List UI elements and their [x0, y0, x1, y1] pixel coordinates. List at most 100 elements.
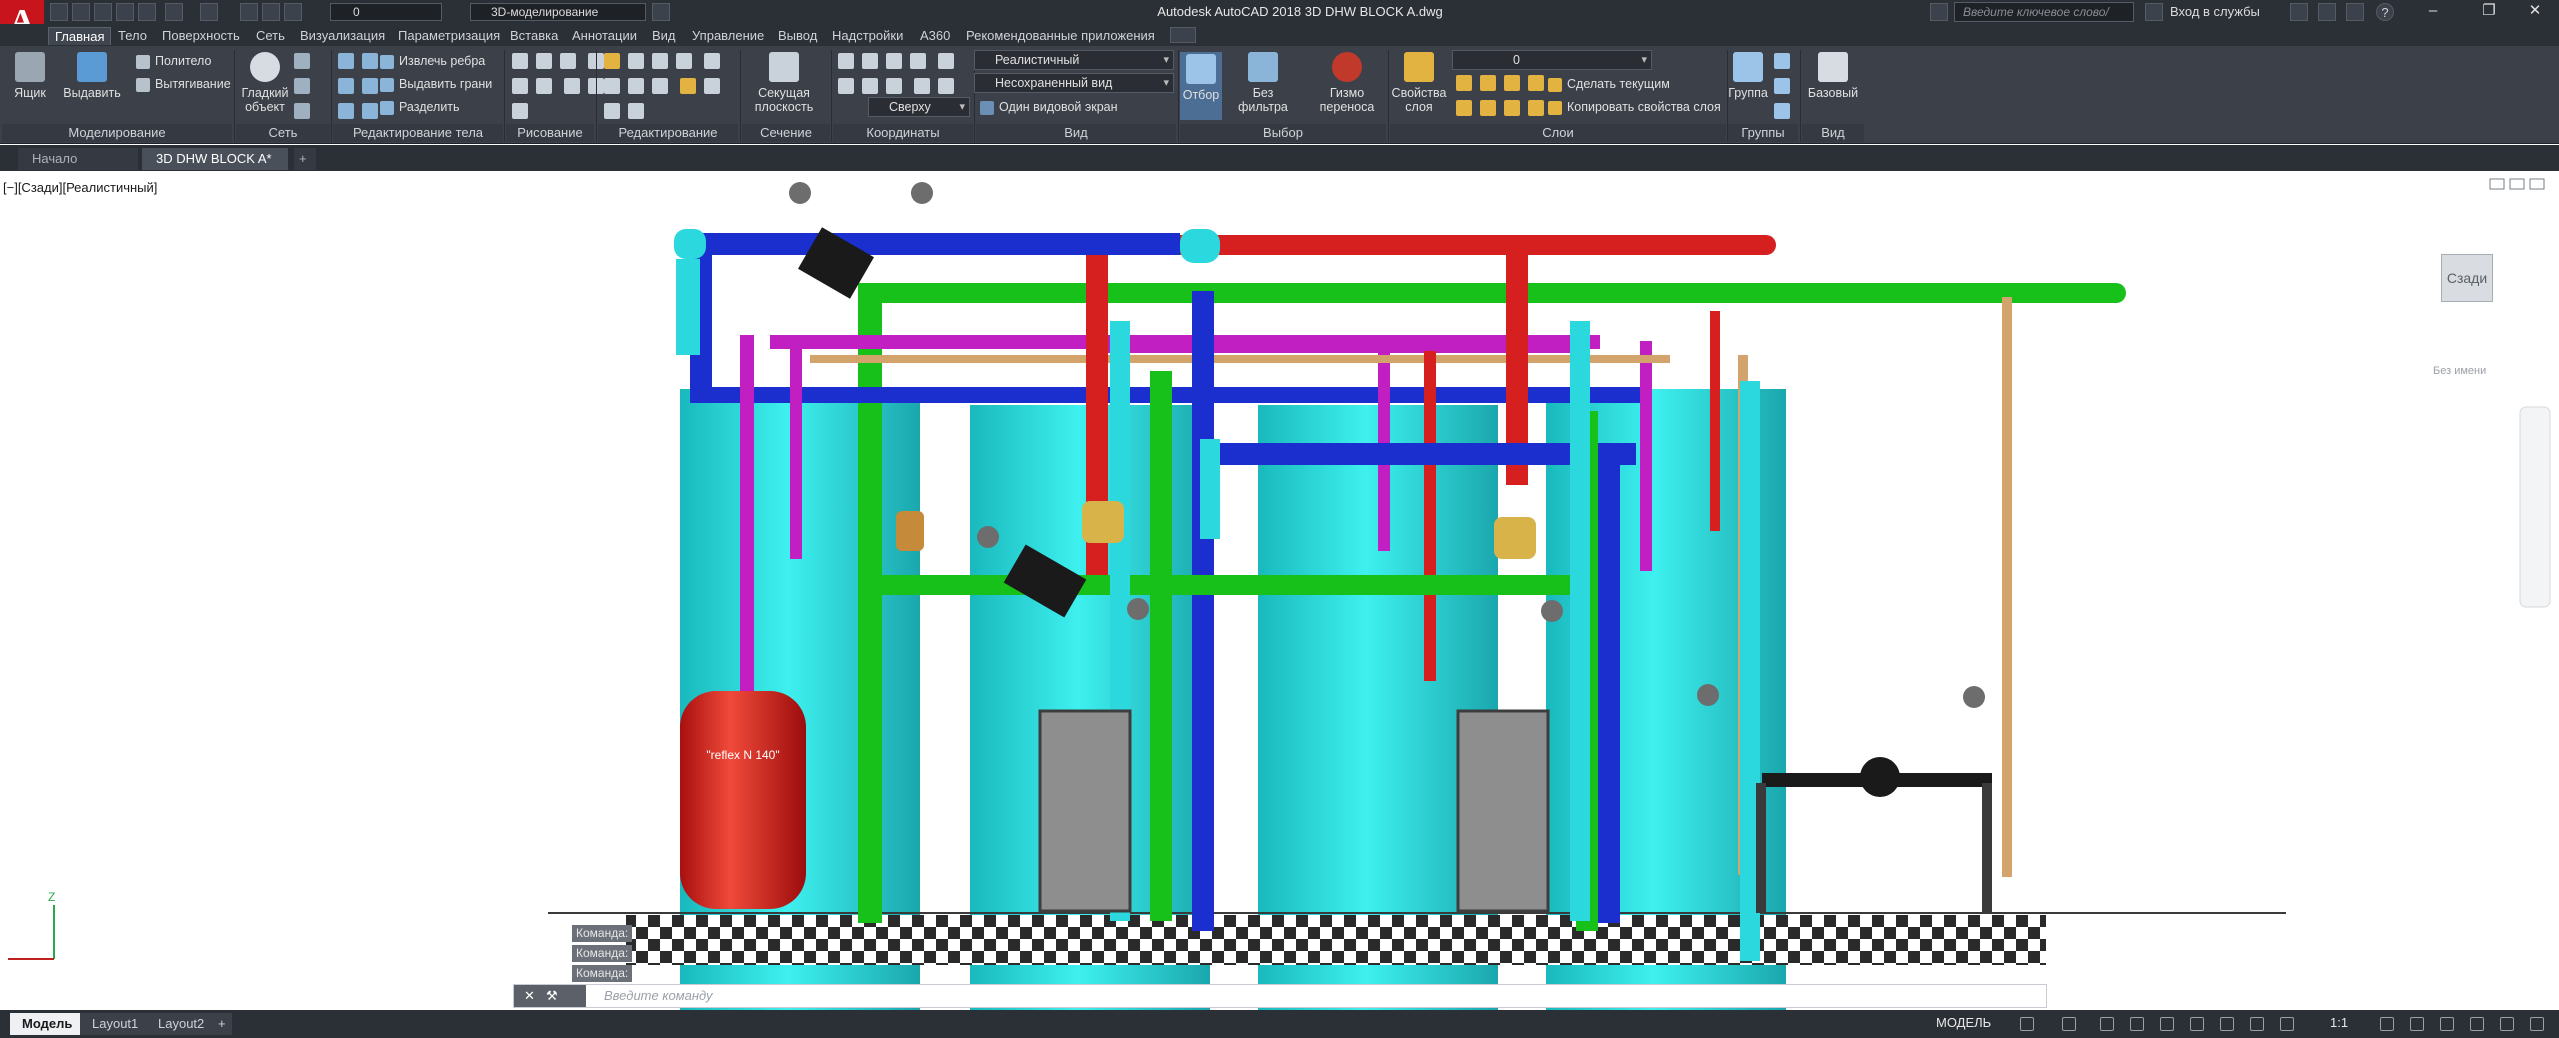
tab-visualize[interactable]: Визуализация: [294, 27, 391, 45]
draw-tools[interactable]: [508, 50, 608, 125]
tab-view[interactable]: Вид: [646, 27, 682, 45]
match-layer-button[interactable]: Копировать свойства слоя: [1548, 97, 1721, 117]
command-line[interactable]: ✕ ⚒ Введите команду: [513, 984, 2047, 1008]
base-view-button[interactable]: Базовый: [1804, 52, 1862, 100]
restore-button[interactable]: ❐: [2466, 0, 2512, 24]
panel-title-modify[interactable]: Редактирование: [598, 124, 738, 142]
layer-properties-button[interactable]: Свойства слоя: [1390, 52, 1448, 114]
new-tab-button[interactable]: +: [294, 148, 316, 170]
panel-title-groups[interactable]: Группы: [1728, 124, 1798, 142]
save-icon[interactable]: [94, 3, 112, 21]
hardware-accel-icon[interactable]: [2470, 1017, 2484, 1031]
separate-button[interactable]: Разделить: [380, 97, 460, 117]
add-layout-button[interactable]: +: [212, 1013, 232, 1035]
tab-layout1[interactable]: Layout1: [80, 1013, 151, 1035]
culling-button[interactable]: Отбор: [1180, 52, 1222, 120]
no-filter-button[interactable]: Без фильтра: [1228, 52, 1298, 114]
clean-screen-icon[interactable]: [2500, 1017, 2514, 1031]
presspull-button[interactable]: Вытягивание: [136, 74, 231, 94]
panel-title-mesh[interactable]: Сеть: [236, 124, 330, 142]
current-layer-combo[interactable]: 0: [1452, 50, 1652, 70]
smooth-object-button[interactable]: Гладкий объект: [238, 52, 292, 114]
model-space-toggle[interactable]: МОДЕЛЬ: [1936, 1015, 1991, 1030]
tab-addins[interactable]: Надстройки: [826, 27, 909, 45]
user-icon[interactable]: [2145, 3, 2163, 21]
cart-icon[interactable]: [2290, 3, 2308, 21]
polysolid-button[interactable]: Политело: [136, 51, 211, 71]
qa-dropdown-icon[interactable]: [652, 3, 670, 21]
tab-insert[interactable]: Вставка: [504, 27, 564, 45]
group-button[interactable]: Группа: [1728, 52, 1768, 100]
tab-model[interactable]: Модель: [10, 1013, 85, 1035]
new-file-icon[interactable]: [50, 3, 68, 21]
ribbon-options-icon[interactable]: [1170, 27, 1196, 43]
coordinates-tools[interactable]: [834, 50, 974, 100]
layer-tools[interactable]: [1452, 72, 1548, 122]
tab-drawing[interactable]: 3D DHW BLOCK A*: [142, 148, 288, 170]
exchange-icon[interactable]: [2318, 3, 2336, 21]
panel-title-solid-editing[interactable]: Редактирование тела: [333, 124, 503, 142]
minimize-button[interactable]: –: [2410, 0, 2456, 24]
tab-mesh[interactable]: Сеть: [250, 27, 291, 45]
annotation-icon[interactable]: [2280, 1017, 2294, 1031]
sun-icon[interactable]: [284, 3, 302, 21]
print-icon[interactable]: [138, 3, 156, 21]
panel-title-draw[interactable]: Рисование: [506, 124, 594, 142]
tab-home[interactable]: Главная: [48, 27, 112, 45]
section-plane-button[interactable]: Секущая плоскость: [744, 52, 824, 114]
extrude-faces-button[interactable]: Выдавить грани: [380, 74, 492, 94]
binoculars-icon[interactable]: [1930, 3, 1948, 21]
ucs-dynamic-icon[interactable]: [2250, 1017, 2264, 1031]
customize-menu-icon[interactable]: [2530, 1017, 2544, 1031]
solid-edit-tools[interactable]: [334, 50, 384, 125]
snap-icon[interactable]: [2062, 1017, 2076, 1031]
network-icon[interactable]: [2346, 3, 2364, 21]
panel-title-layers[interactable]: Слои: [1390, 124, 1726, 142]
search-input[interactable]: Введите ключевое слово/фразу: [1954, 2, 2134, 37]
redo-icon[interactable]: [200, 3, 218, 21]
annotation-scale[interactable]: 1:1: [2330, 1015, 2348, 1030]
osnap-icon[interactable]: [2190, 1017, 2204, 1031]
match-icon[interactable]: [240, 3, 258, 21]
viewport-config-button[interactable]: Один видовой экран: [980, 97, 1118, 117]
extrude-button[interactable]: Выдавить: [62, 52, 122, 100]
tab-a360[interactable]: A360: [914, 27, 956, 45]
make-current-button[interactable]: Сделать текущим: [1548, 74, 1670, 94]
group-tools[interactable]: [1770, 50, 1794, 125]
tab-solid[interactable]: Тело: [112, 27, 153, 45]
light-icon[interactable]: [262, 3, 280, 21]
panel-title-modeling[interactable]: Моделирование: [2, 124, 232, 142]
units-icon[interactable]: [2410, 1017, 2424, 1031]
modify-tools[interactable]: [600, 50, 740, 125]
tab-annotate[interactable]: Аннотации: [566, 27, 643, 45]
viewport-label[interactable]: [−][Сзади][Реалистичный]: [3, 180, 157, 195]
tab-featured-apps[interactable]: Рекомендованные приложения: [960, 27, 1161, 45]
polar-icon[interactable]: [2130, 1017, 2144, 1031]
workspace-gear-icon[interactable]: [2380, 1017, 2394, 1031]
command-input[interactable]: Введите команду: [604, 988, 713, 1003]
close-button[interactable]: ✕: [2512, 0, 2558, 24]
named-view-combo[interactable]: Несохраненный вид: [974, 73, 1174, 93]
gizmo-button[interactable]: Гизмо переноса: [1312, 52, 1382, 114]
mesh-tools[interactable]: [290, 50, 314, 125]
layer-quick-combo[interactable]: 0: [330, 3, 442, 21]
tab-manage[interactable]: Управление: [686, 27, 770, 45]
tab-output[interactable]: Вывод: [772, 27, 823, 45]
panel-title-section[interactable]: Сечение: [742, 124, 830, 142]
tab-layout2[interactable]: Layout2: [146, 1013, 217, 1035]
open-file-icon[interactable]: [72, 3, 90, 21]
panel-title-view[interactable]: Вид: [976, 124, 1176, 142]
isolate-icon[interactable]: [2440, 1017, 2454, 1031]
isodraft-icon[interactable]: [2160, 1017, 2174, 1031]
grid-icon[interactable]: [2020, 1017, 2034, 1031]
panel-title-coordinates[interactable]: Координаты: [833, 124, 973, 142]
visual-style-combo[interactable]: Реалистичный: [974, 50, 1174, 70]
help-button[interactable]: ?: [2376, 3, 2394, 21]
view-direction-combo[interactable]: Сверху: [868, 97, 970, 117]
close-icon[interactable]: ✕: [524, 988, 535, 1004]
3dosnap-icon[interactable]: [2220, 1017, 2234, 1031]
panel-title-selection[interactable]: Выбор: [1180, 124, 1386, 142]
workspace-combo[interactable]: 3D-моделирование: [470, 3, 646, 21]
wrench-icon[interactable]: ⚒: [546, 988, 558, 1004]
undo-icon[interactable]: [165, 3, 183, 21]
